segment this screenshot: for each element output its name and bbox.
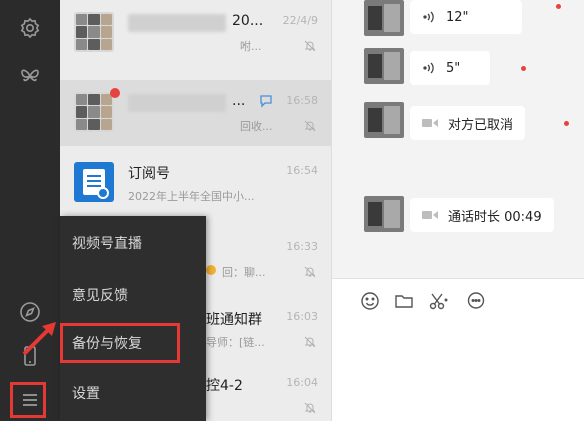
- chat-preview: 2022年上半年全国中小...: [128, 190, 255, 203]
- chat-list-item[interactable]: 20... 22/4/9 咐...: [60, 0, 331, 66]
- menu-item-settings[interactable]: 设置: [60, 368, 206, 418]
- blurred-name: [128, 14, 226, 32]
- chat-time: 16:58: [286, 94, 318, 107]
- emoji-icon[interactable]: [360, 291, 380, 311]
- contact-avatar: [364, 0, 404, 36]
- call-status-text: 对方已取消: [448, 117, 514, 133]
- more-menu-popup: 视频号直播 意见反馈 备份与恢复 设置: [60, 216, 206, 421]
- document-icon: [83, 169, 109, 199]
- chat-time: 16:04: [286, 376, 318, 389]
- emoji-icon: [206, 265, 216, 275]
- check-badge-icon: [97, 187, 109, 199]
- highlight-box-menu-button: [10, 382, 46, 418]
- voice-duration: 12": [446, 9, 469, 25]
- voice-wave-icon: [422, 10, 436, 24]
- menu-item-channels-live[interactable]: 视频号直播: [60, 218, 206, 268]
- menu-item-backup-restore[interactable]: 备份与恢复: [60, 323, 180, 363]
- unread-voice-dot: [521, 66, 526, 71]
- settings-gear-icon[interactable]: [18, 16, 42, 40]
- unread-dot: [110, 88, 120, 98]
- unread-call-dot: [564, 121, 569, 126]
- mute-bell-icon: [304, 266, 316, 278]
- chat-messages-pane: 12" 5" 对方已取消 通话时长 00:49: [332, 0, 584, 278]
- mute-bell-icon: [304, 120, 316, 132]
- chat-time: 16:33: [286, 240, 318, 253]
- mute-bell-icon: [304, 336, 316, 348]
- chat-title: 订阅号: [128, 166, 170, 182]
- menu-item-feedback[interactable]: 意见反馈: [60, 270, 206, 320]
- voice-wave-icon: [422, 61, 436, 75]
- group-avatar: [74, 92, 114, 132]
- mention-bubble-icon: [258, 93, 274, 109]
- contact-avatar: [364, 102, 404, 138]
- call-duration-text: 通话时长 00:49: [448, 209, 542, 225]
- video-call-bubble[interactable]: 对方已取消: [410, 106, 526, 140]
- folder-icon[interactable]: [394, 291, 414, 311]
- chat-preview: 回：聊...: [222, 266, 266, 279]
- blurred-name: [128, 94, 226, 112]
- subscription-avatar: [74, 162, 114, 202]
- voice-message-bubble[interactable]: 12": [410, 0, 522, 34]
- chat-time: 16:03: [286, 310, 318, 323]
- chat-time: 16:54: [286, 164, 318, 177]
- scissors-icon[interactable]: [428, 291, 448, 311]
- contact-avatar: [364, 48, 404, 84]
- video-call-bubble[interactable]: 通话时长 00:49: [410, 198, 554, 232]
- chat-preview: 导师：[链...: [206, 336, 265, 349]
- chat-title: ...: [232, 93, 246, 109]
- chat-list-item[interactable]: 订阅号 16:54 2022年上半年全国中小...: [60, 150, 331, 216]
- chat-bubble-icon[interactable]: [466, 291, 486, 311]
- mute-bell-icon: [304, 402, 316, 414]
- chat-title: 20...: [232, 13, 264, 29]
- chat-title: 控4-2: [206, 378, 243, 394]
- chat-preview: 咐...: [240, 40, 262, 53]
- contact-avatar: [364, 196, 404, 232]
- group-avatar: [74, 12, 114, 52]
- mute-bell-icon: [304, 40, 316, 52]
- video-camera-icon: [422, 209, 438, 221]
- unread-voice-dot: [556, 4, 561, 9]
- chat-title: 班通知群: [206, 312, 262, 328]
- message-input-area[interactable]: [332, 278, 584, 421]
- chat-time: 22/4/9: [282, 14, 318, 27]
- butterfly-icon[interactable]: [18, 64, 42, 88]
- chat-list-item[interactable]: ... 16:58 回收...: [60, 80, 331, 146]
- video-camera-icon: [422, 117, 438, 129]
- annotation-arrow: [20, 318, 60, 358]
- voice-message-bubble[interactable]: 5": [410, 51, 490, 85]
- chat-preview-emoji: [206, 264, 216, 277]
- voice-duration: 5": [446, 60, 461, 76]
- chat-preview: 回收...: [240, 120, 273, 133]
